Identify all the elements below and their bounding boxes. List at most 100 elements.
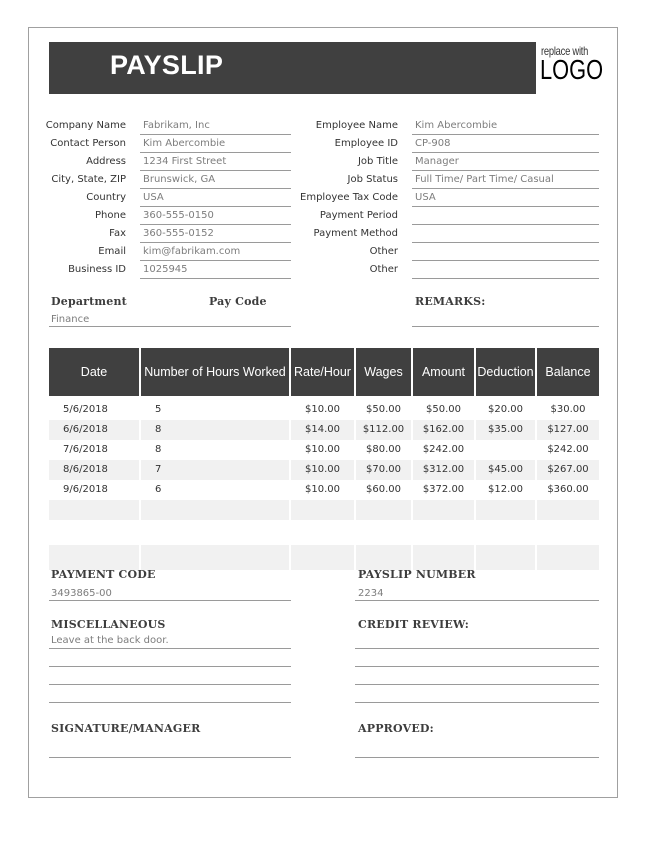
cell-date[interactable]: 6/6/2018: [63, 424, 108, 435]
employee-field-label: Job Status: [347, 174, 398, 185]
column-header-deduction[interactable]: Deduction: [476, 348, 535, 396]
table-row-shade: [141, 545, 289, 570]
employee-field-underline: [412, 134, 599, 135]
cell-amount[interactable]: $372.00: [413, 484, 474, 495]
cell-amount[interactable]: $50.00: [413, 404, 474, 415]
misc-line-1[interactable]: [49, 648, 291, 649]
company-field-value[interactable]: Kim Abercombie: [143, 138, 225, 149]
cell-hours[interactable]: 6: [155, 484, 161, 495]
cell-wages[interactable]: $112.00: [356, 424, 411, 435]
approved-line[interactable]: [355, 757, 599, 758]
table-row-shade: [476, 545, 535, 570]
cell-wages[interactable]: $80.00: [356, 444, 411, 455]
table-row-shade: [141, 460, 289, 480]
company-field-value[interactable]: 1025945: [143, 264, 188, 275]
column-header-date[interactable]: Date: [49, 348, 139, 396]
department-value[interactable]: Finance: [51, 314, 89, 325]
cell-hours[interactable]: 7: [155, 464, 161, 475]
table-row-shade: [291, 545, 354, 570]
employee-field-value[interactable]: CP-908: [415, 138, 451, 149]
table-row-shade: [537, 500, 599, 520]
company-field-value[interactable]: 360-555-0152: [143, 228, 214, 239]
employee-field-value[interactable]: Manager: [415, 156, 459, 167]
employee-field-underline: [412, 242, 599, 243]
table-row-shade: [356, 500, 411, 520]
table-row-shade: [49, 500, 139, 520]
logo-placeholder[interactable]: LOGO: [540, 56, 603, 84]
employee-field-label: Other: [369, 264, 398, 275]
credit-line-4[interactable]: [355, 702, 599, 703]
table-row-shade: [356, 545, 411, 570]
company-field-label: Business ID: [68, 264, 126, 275]
cell-date[interactable]: 9/6/2018: [63, 484, 108, 495]
credit-review-label: CREDIT REVIEW:: [358, 618, 470, 631]
payslip-number-underline: [355, 600, 599, 601]
employee-field-underline: [412, 170, 599, 171]
company-field-underline: [140, 260, 291, 261]
remarks-underline[interactable]: [412, 326, 599, 327]
table-row-shade: [413, 500, 474, 520]
company-field-value[interactable]: Brunswick, GA: [143, 174, 215, 185]
cell-rate[interactable]: $10.00: [291, 484, 354, 495]
cell-balance[interactable]: $267.00: [537, 464, 599, 475]
misc-line-4[interactable]: [49, 702, 291, 703]
company-field-underline: [140, 242, 291, 243]
miscellaneous-value[interactable]: Leave at the back door.: [51, 635, 169, 646]
employee-field-label: Employee Tax Code: [300, 192, 398, 203]
cell-balance[interactable]: $360.00: [537, 484, 599, 495]
credit-line-1[interactable]: [355, 648, 599, 649]
company-field-value[interactable]: Fabrikam, Inc: [143, 120, 210, 131]
misc-line-3[interactable]: [49, 684, 291, 685]
cell-rate[interactable]: $10.00: [291, 444, 354, 455]
table-row-shade: [413, 545, 474, 570]
employee-field-underline: [412, 278, 599, 279]
cell-hours[interactable]: 8: [155, 444, 161, 455]
cell-deduction[interactable]: $45.00: [476, 464, 535, 475]
cell-balance[interactable]: $127.00: [537, 424, 599, 435]
misc-line-2[interactable]: [49, 666, 291, 667]
company-field-underline: [140, 206, 291, 207]
payment-code-underline: [49, 600, 291, 601]
cell-deduction[interactable]: $35.00: [476, 424, 535, 435]
payment-code-value[interactable]: 3493865-00: [51, 588, 112, 599]
employee-field-value[interactable]: USA: [415, 192, 436, 203]
remarks-label: REMARKS:: [415, 295, 486, 308]
cell-deduction[interactable]: $12.00: [476, 484, 535, 495]
cell-rate[interactable]: $10.00: [291, 464, 354, 475]
company-field-value[interactable]: kim@fabrikam.com: [143, 246, 240, 257]
column-header-balance[interactable]: Balance: [537, 348, 599, 396]
cell-date[interactable]: 7/6/2018: [63, 444, 108, 455]
employee-field-value[interactable]: Full Time/ Part Time/ Casual: [415, 174, 554, 185]
credit-line-2[interactable]: [355, 666, 599, 667]
credit-line-3[interactable]: [355, 684, 599, 685]
employee-field-value[interactable]: Kim Abercombie: [415, 120, 497, 131]
column-header-wages[interactable]: Wages: [356, 348, 411, 396]
cell-hours[interactable]: 5: [155, 404, 161, 415]
cell-amount[interactable]: $162.00: [413, 424, 474, 435]
column-header-rate[interactable]: Rate/Hour: [291, 348, 354, 396]
signature-line[interactable]: [49, 757, 291, 758]
company-field-value[interactable]: USA: [143, 192, 164, 203]
cell-date[interactable]: 8/6/2018: [63, 464, 108, 475]
cell-date[interactable]: 5/6/2018: [63, 404, 108, 415]
company-field-underline: [140, 188, 291, 189]
cell-wages[interactable]: $60.00: [356, 484, 411, 495]
cell-deduction[interactable]: $20.00: [476, 404, 535, 415]
cell-balance[interactable]: $30.00: [537, 404, 599, 415]
company-field-value[interactable]: 360-555-0150: [143, 210, 214, 221]
cell-wages[interactable]: $70.00: [356, 464, 411, 475]
cell-wages[interactable]: $50.00: [356, 404, 411, 415]
column-header-hours[interactable]: Number of Hours Worked: [141, 348, 289, 396]
company-field-label: Company Name: [45, 120, 126, 131]
column-header-amount[interactable]: Amount: [413, 348, 474, 396]
payslip-number-value[interactable]: 2234: [358, 588, 383, 599]
cell-balance[interactable]: $242.00: [537, 444, 599, 455]
cell-hours[interactable]: 8: [155, 424, 161, 435]
cell-rate[interactable]: $10.00: [291, 404, 354, 415]
cell-rate[interactable]: $14.00: [291, 424, 354, 435]
company-field-value[interactable]: 1234 First Street: [143, 156, 226, 167]
cell-amount[interactable]: $242.00: [413, 444, 474, 455]
miscellaneous-label: MISCELLANEOUS: [51, 618, 166, 631]
cell-amount[interactable]: $312.00: [413, 464, 474, 475]
page-title: PAYSLIP: [110, 50, 224, 80]
